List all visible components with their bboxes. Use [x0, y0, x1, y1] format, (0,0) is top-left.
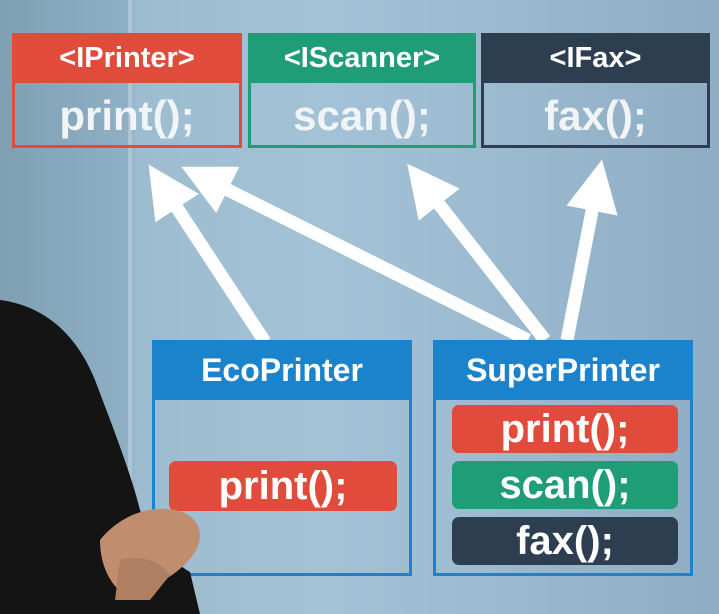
presenter-figure [0, 300, 200, 614]
